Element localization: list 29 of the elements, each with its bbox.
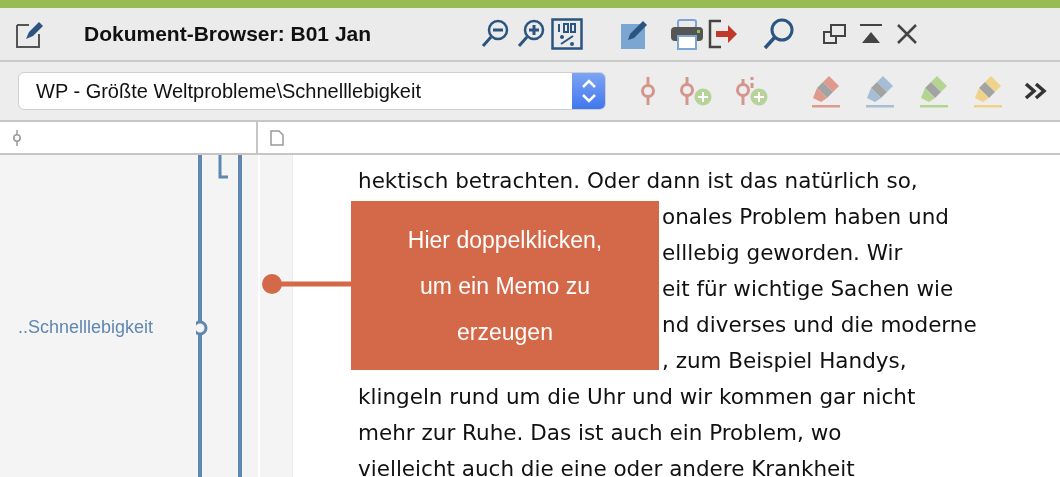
document-text: mehr zur Ruhe. Das ist auch ein Problem, wo (358, 420, 842, 445)
code-pin-plus-icon (679, 76, 713, 106)
memo-gutter[interactable] (258, 155, 293, 477)
printer-icon (670, 18, 705, 50)
chevrons-icon (1023, 81, 1049, 101)
percent-icon (551, 18, 584, 50)
document-text: , zum Beispiel Handys, (662, 348, 907, 373)
exit-arrow-icon (707, 18, 740, 50)
pencil-note-icon (618, 18, 649, 50)
document-icon (270, 129, 284, 146)
code-pin-icon (12, 129, 22, 146)
edit-note-icon (14, 19, 44, 49)
windows-icon (822, 22, 849, 46)
document-text: elllebig geworden. Wir (662, 240, 903, 265)
close-icon (895, 22, 920, 46)
window-title: Dokument-Browser: B01 Jan (84, 22, 372, 46)
code-label: ..Schnelllebigkeit (18, 317, 154, 338)
memo-callout: Hier doppelklicken, um ein Memo zu erzeugen (351, 201, 659, 370)
document-text: eit für wichtige Sachen wie (662, 276, 954, 301)
document-text: nd diverses und die moderne (662, 312, 977, 337)
eject-icon (858, 23, 885, 45)
code-dropdown[interactable]: WP - Größte Weltprobleme\Schnelllebigkeit (18, 72, 606, 110)
document-text: vielleicht auch die eine oder andere Krankheit (358, 456, 855, 477)
document-text: klingeln rund um die Uhr und wir kommen gar nicht (358, 384, 916, 409)
code-pin-plus-icon (735, 76, 769, 106)
document-text: hektisch betrachten. Oder dann ist das natürlich so, (358, 168, 918, 193)
code-pin-icon (640, 76, 656, 106)
stepper-icon (579, 78, 598, 104)
document-text: onales Problem haben und (662, 204, 949, 229)
